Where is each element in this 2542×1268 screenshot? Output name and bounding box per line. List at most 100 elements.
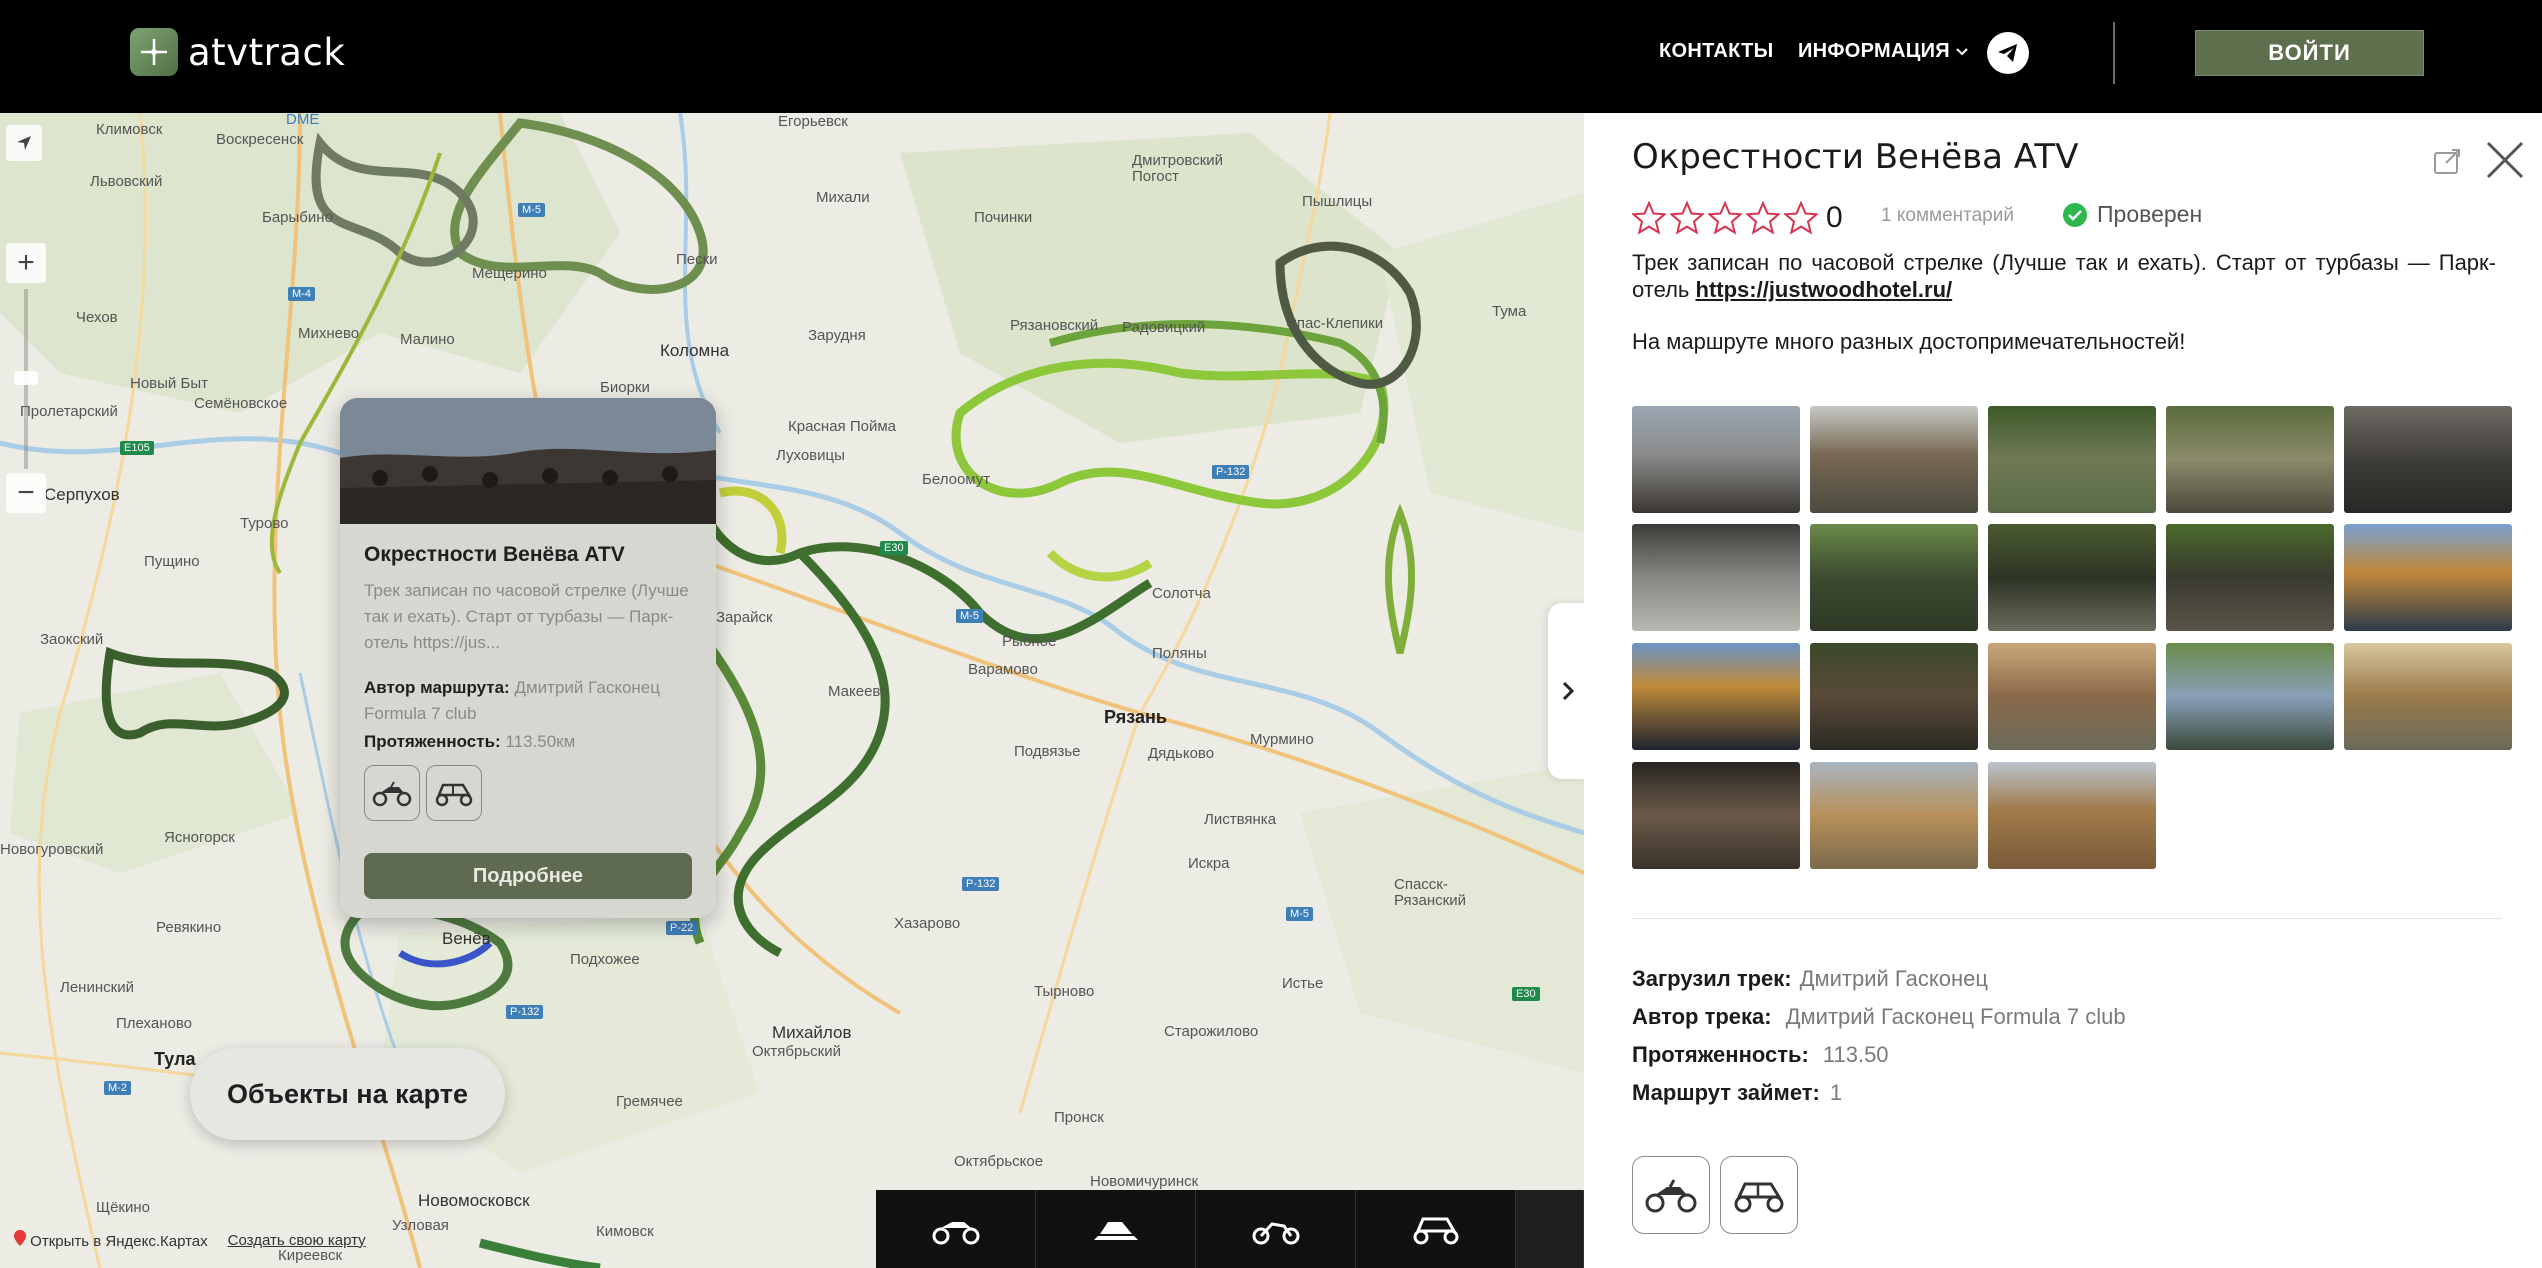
map-label-polyany: Поляны — [1152, 645, 1207, 662]
map-label-kolomna: Коломна — [660, 341, 730, 360]
map-label-podkhozhee: Подхожее — [570, 951, 640, 968]
gallery-photo[interactable] — [1810, 643, 1978, 750]
gallery-photo[interactable] — [1988, 643, 2156, 750]
filter-more[interactable] — [1516, 1190, 1584, 1268]
map-label-yasnogorsk: Ясногорск — [164, 829, 235, 846]
road-badge: M-4 — [288, 287, 315, 301]
filter-atv[interactable] — [876, 1190, 1036, 1268]
map-label-istye: Истье — [1282, 975, 1324, 992]
panel-toggle-button[interactable] — [1548, 603, 1584, 779]
gallery-photo[interactable] — [2166, 643, 2334, 750]
header-divider — [2113, 22, 2115, 84]
track-popup-length: Протяженность: 113.50км — [364, 729, 694, 755]
nav-info[interactable]: ИНФОРМАЦИЯ — [1798, 40, 1968, 63]
map-label-mikhnevo: Михнево — [298, 325, 360, 342]
open-yandex-link[interactable]: Открыть в Яндекс.Картах — [14, 1230, 208, 1250]
gallery-photo[interactable] — [1810, 406, 1978, 513]
zoom-out-button[interactable]: − — [6, 473, 46, 513]
rating: 0 — [1632, 201, 1843, 235]
gallery-photo[interactable] — [1810, 524, 1978, 631]
minus-icon: − — [17, 476, 35, 509]
track-popup: Окрестности Венёва ATV Трек записан по ч… — [340, 398, 716, 918]
hotel-link[interactable]: https://justwoodhotel.ru/ — [1696, 277, 1953, 302]
map-label-barybino: Барыбино — [262, 209, 333, 226]
road-badge: E105 — [120, 441, 154, 455]
map-label-makeevo: Макеево — [828, 683, 889, 700]
gallery-photo[interactable] — [2166, 406, 2334, 513]
map-label-pyshlitsy: Пышлицы — [1302, 193, 1373, 210]
star-icon[interactable] — [1784, 201, 1818, 235]
length-value: 113.50км — [505, 732, 576, 751]
gallery-photo[interactable] — [1632, 762, 1800, 869]
map-label-dmitrovsky: Дмитровский Погост — [1132, 152, 1224, 185]
location-arrow-icon — [17, 136, 31, 150]
map-label-leninsky: Ленинский — [60, 979, 134, 996]
nav-contacts[interactable]: КОНТАКТЫ — [1659, 40, 1774, 63]
map-label-peski: Пески — [676, 251, 718, 268]
comments-link[interactable]: 1 комментарий — [1881, 205, 2014, 227]
details-button[interactable]: Подробнее — [364, 853, 692, 899]
gallery-photo[interactable] — [1632, 406, 1800, 513]
track-author: Автор трека: Дмитрий Гасконец Formula 7 c… — [1632, 1004, 2126, 1030]
gallery-photo[interactable] — [1632, 524, 1800, 631]
gallery-photo[interactable] — [2166, 524, 2334, 631]
road-badge: M-5 — [956, 609, 983, 623]
track-popup-title[interactable]: Окрестности Венёва ATV — [364, 543, 625, 567]
geolocation-button[interactable] — [6, 125, 42, 161]
road-badge: M-5 — [518, 203, 545, 217]
track-description: Трек записан по часовой стрелке (Лучше т… — [1632, 249, 2496, 303]
zoom-control: + − — [6, 243, 46, 523]
track-popup-image — [340, 398, 716, 524]
road-badge: P-132 — [962, 877, 1000, 891]
share-button[interactable] — [2432, 145, 2464, 177]
telegram-icon — [1998, 44, 2017, 62]
gallery-photo[interactable] — [1632, 643, 1800, 750]
filter-snowmobile[interactable] — [1036, 1190, 1196, 1268]
filter-buggy[interactable] — [1356, 1190, 1516, 1268]
close-button[interactable] — [2484, 139, 2526, 181]
track-length-label: Протяженность: — [1632, 1042, 1809, 1067]
track-length-value: 113.50 — [1822, 1042, 1889, 1067]
gallery-photo[interactable] — [1988, 762, 2156, 869]
create-map-link[interactable]: Создать свою карту — [228, 1232, 366, 1249]
map-label-pronsk: Пронск — [1054, 1109, 1104, 1126]
telegram-button[interactable] — [1987, 32, 2029, 74]
map-label-gremyachee: Гремячее — [616, 1093, 683, 1110]
map-label-tuma: Тума — [1492, 303, 1527, 320]
map-objects-button[interactable]: Объекты на карте — [190, 1048, 505, 1140]
map-label-kimovsk: Кимовск — [596, 1223, 654, 1240]
gallery-photo[interactable] — [1810, 762, 1978, 869]
gallery-photo[interactable] — [2344, 406, 2512, 513]
road-badge: M-5 — [1286, 907, 1313, 921]
gallery-photo[interactable] — [2344, 643, 2512, 750]
map-label-novy-byt: Новый Быт — [130, 375, 208, 392]
login-button[interactable]: ВОЙТИ — [2195, 30, 2424, 76]
map-label-rybnoe: Рыбное — [1002, 633, 1057, 650]
buggy-icon — [1720, 1156, 1798, 1234]
road-badge: P-22 — [666, 921, 698, 935]
zoom-in-button[interactable]: + — [6, 243, 46, 283]
track-duration-value: 1 — [1829, 1080, 1843, 1105]
uploaded-value: Дмитрий Гасконец — [1799, 966, 1988, 991]
author-label: Автор маршрута: — [364, 678, 510, 697]
star-icon[interactable] — [1632, 201, 1666, 235]
filter-motorcycle[interactable] — [1196, 1190, 1356, 1268]
map-label-semenovskoe: Семёновское — [194, 395, 288, 412]
nav-info-label: ИНФОРМАЦИЯ — [1798, 40, 1950, 62]
map-area[interactable]: Климовск Воскресенск DME Егорьевск Львов… — [0, 113, 1584, 1268]
road-badge: P-132 — [1212, 465, 1250, 479]
map-label-biorki: Биорки — [600, 379, 650, 396]
gallery-photo[interactable] — [1988, 524, 2156, 631]
map-label-pushchino: Пущино — [144, 553, 200, 570]
gallery-photo[interactable] — [2344, 524, 2512, 631]
gallery-photo[interactable] — [1988, 406, 2156, 513]
chevron-right-icon — [1562, 681, 1574, 701]
map-label-ryazanovsky: Рязановский — [1010, 317, 1099, 334]
zoom-slider-handle[interactable] — [14, 371, 38, 385]
logo-text: atvtrack — [188, 30, 346, 74]
logo[interactable]: atvtrack — [130, 28, 345, 76]
star-icon[interactable] — [1708, 201, 1742, 235]
star-icon[interactable] — [1746, 201, 1780, 235]
star-icon[interactable] — [1670, 201, 1704, 235]
map-label-turovo: Турово — [240, 515, 289, 532]
